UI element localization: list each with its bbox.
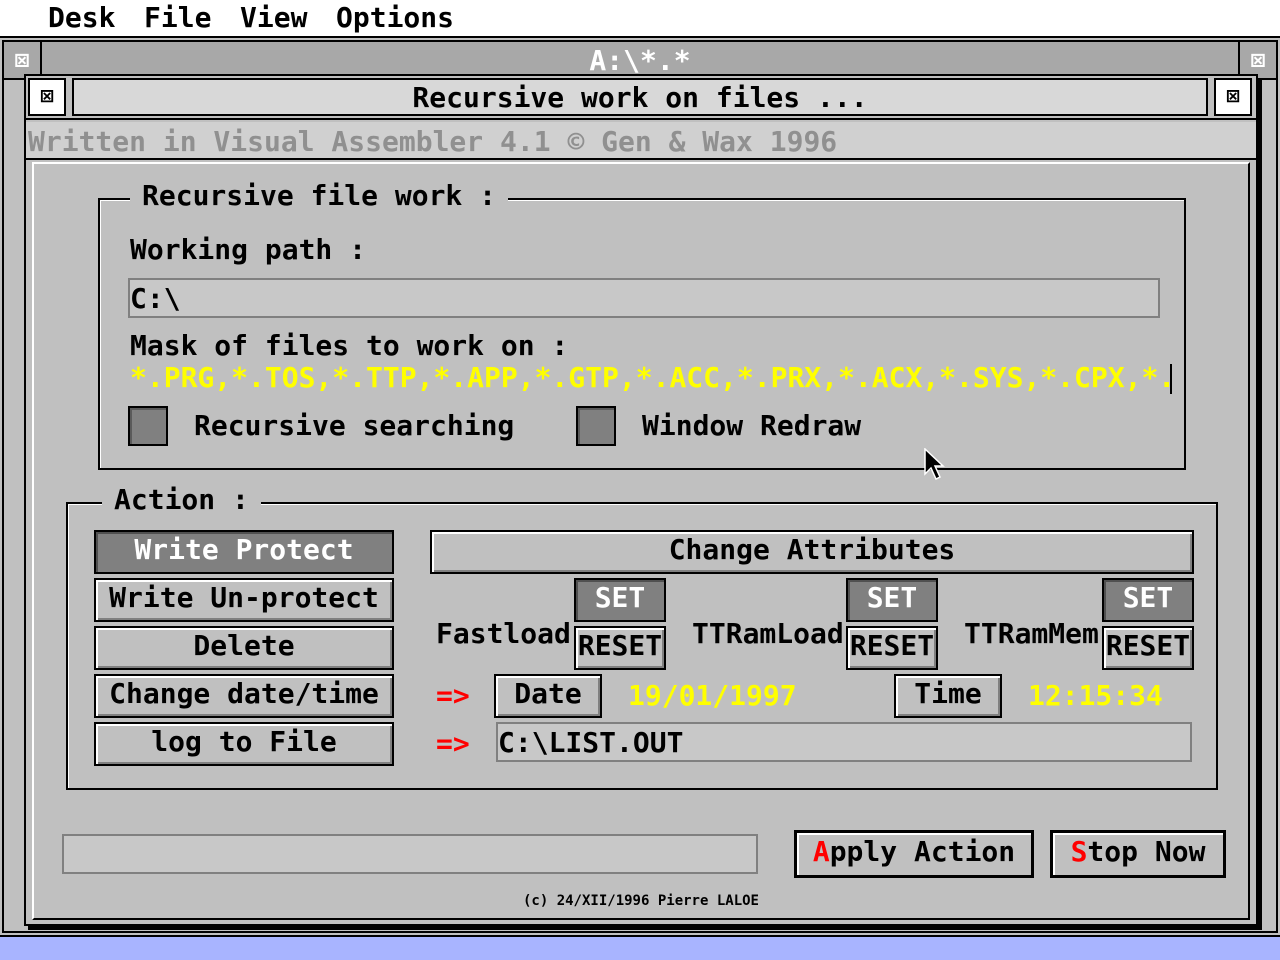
menu-bar: Desk File View Options [0,0,1280,38]
group-title-recursive: Recursive file work : [130,182,509,210]
time-value: 12:15:34 [1028,679,1163,712]
arrow-cursor-icon [924,448,945,481]
date-value: 19/01/1997 [628,679,797,712]
change-attributes-button[interactable]: Change Attributes [430,530,1194,574]
ttrammem-label: TTRamMem [964,617,1099,650]
fastload-reset-button[interactable]: RESET [574,626,666,670]
ttramload-label: TTRamLoad [692,617,844,650]
ttrammem-set-button[interactable]: SET [1102,578,1194,622]
dialog-titlebar[interactable]: ⊠ Recursive work on files ... ⊠ [26,76,1256,120]
working-path-value: C:\ [130,282,181,315]
stop-now-button[interactable]: Stop Now [1050,830,1226,878]
ttramload-set-button[interactable]: SET [846,578,938,622]
text-cursor [1170,364,1172,394]
mask-label: Mask of files to work on : [130,329,569,362]
group-title-action: Action : [102,486,261,514]
ttramload-reset-button[interactable]: RESET [846,626,938,670]
menu-view[interactable]: View [240,4,307,32]
recursive-file-work-group: Recursive file work : Working path : C:\… [98,182,1186,470]
dialog-title: Recursive work on files ... [412,81,868,114]
log-file-field[interactable]: C:\LIST.OUT [496,722,1192,762]
delete-button[interactable]: Delete [94,626,394,670]
fuller-icon[interactable]: ⊠ [1214,78,1252,116]
menu-file[interactable]: File [144,4,211,32]
write-unprotect-button[interactable]: Write Un-protect [94,578,394,622]
menu-options[interactable]: Options [336,4,454,32]
log-to-file-button[interactable]: log to File [94,722,394,766]
date-button[interactable]: Date [494,674,602,718]
recursive-searching-checkbox[interactable] [128,406,168,446]
ttrammem-reset-button[interactable]: RESET [1102,626,1194,670]
apply-hotkey: A [812,835,830,868]
change-date-time-button[interactable]: Change date/time [94,674,394,718]
log-file-value: C:\LIST.OUT [498,726,684,759]
fastload-label: Fastload [436,617,571,650]
progress-bar [62,834,758,874]
close-icon[interactable]: ⊠ [28,78,66,116]
working-path-field[interactable]: C:\ [128,278,1160,318]
copyright-text: (c) 24/XII/1996 Pierre LALOE [522,893,759,909]
fastload-set-button[interactable]: SET [574,578,666,622]
recursive-work-dialog: ⊠ Recursive work on files ... ⊠ Written … [24,74,1258,926]
date-arrow: => [436,679,470,712]
window-redraw-checkbox[interactable] [576,406,616,446]
mask-value: *.PRG,*.TOS,*.TTP,*.APP,*.GTP,*.ACC,*.PR… [130,361,1174,394]
stop-label: top Now [1087,835,1206,868]
menu-desk[interactable]: Desk [48,4,115,32]
apply-action-button[interactable]: Apply Action [794,830,1034,878]
action-group: Action : Write Protect Write Un-protect … [66,486,1218,790]
apply-label: pply Action [829,835,1016,868]
recursive-searching-label: Recursive searching [194,409,515,442]
working-path-label: Working path : [130,233,367,266]
info-bar: Written in Visual Assembler 4.1 © Gen & … [26,122,1256,160]
window-redraw-label: Window Redraw [642,409,862,442]
info-text: Written in Visual Assembler 4.1 © Gen & … [28,125,838,158]
dialog-title-box[interactable]: Recursive work on files ... [72,78,1208,116]
mask-field[interactable]: *.PRG,*.TOS,*.TTP,*.APP,*.GTP,*.ACC,*.PR… [128,360,1174,396]
background-window-title: A:\*.* [589,44,691,77]
write-protect-button[interactable]: Write Protect [94,530,394,574]
log-arrow: => [436,727,470,760]
stop-hotkey: S [1070,835,1088,868]
desktop-background [0,935,1280,960]
time-button[interactable]: Time [894,674,1002,718]
